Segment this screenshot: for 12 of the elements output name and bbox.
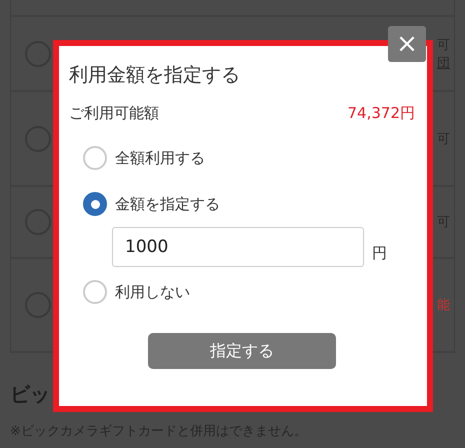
option-label[interactable]: 利用しない [115,282,190,302]
available-amount: 74,372円 [348,104,415,123]
submit-button[interactable]: 指定する [148,333,336,369]
amount-field[interactable]: 1000 [112,227,364,267]
dialog-title: 利用金額を指定する [69,63,241,88]
available-label: ご利用可能額 [69,104,159,123]
status-text: 能 [437,297,450,314]
radio-button[interactable] [83,192,107,216]
option-label[interactable]: 金額を指定する [115,194,220,214]
close-button[interactable]: × [388,26,426,62]
option-label[interactable]: 全額利用する [115,148,205,168]
unit-label: 円 [372,244,387,263]
